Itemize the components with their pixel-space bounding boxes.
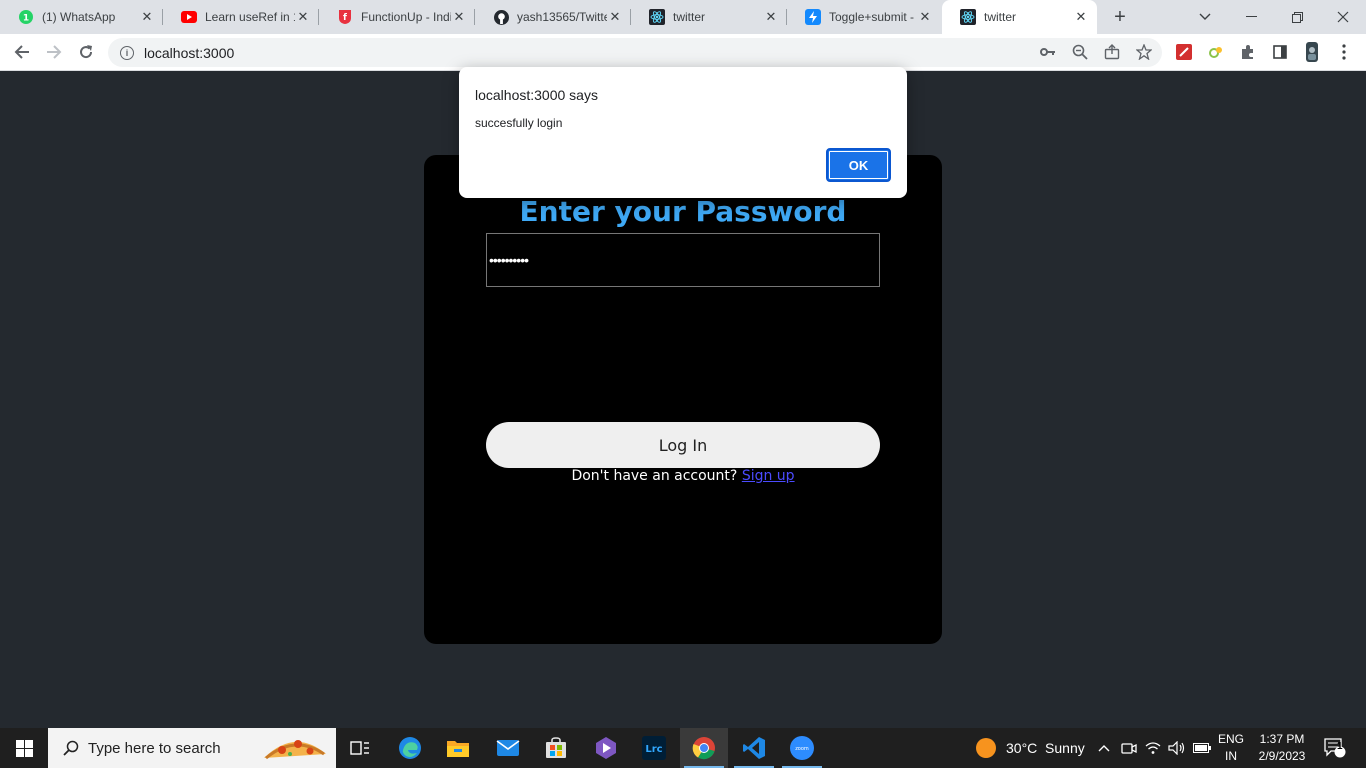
video-editor-icon[interactable] <box>582 728 630 768</box>
bolt-icon <box>805 9 821 25</box>
language-indicator[interactable]: ENG IN <box>1216 731 1246 765</box>
extensions-puzzle-icon[interactable] <box>1238 42 1258 62</box>
chrome-icon[interactable] <box>680 728 728 768</box>
lang-top: ENG <box>1217 732 1244 746</box>
alert-dialog: localhost:3000 says succesfully login OK <box>459 67 907 198</box>
volume-icon[interactable] <box>1168 728 1186 768</box>
close-window-icon[interactable] <box>1320 0 1366 34</box>
tab-title: twitter <box>673 10 706 24</box>
store-icon[interactable] <box>532 728 580 768</box>
svg-text:Lrc: Lrc <box>645 744 662 755</box>
close-icon[interactable]: ✕ <box>763 9 779 25</box>
notification-count: 1 <box>1337 741 1343 752</box>
password-input[interactable]: •••••••••• <box>486 233 880 287</box>
close-icon[interactable]: ✕ <box>451 9 467 25</box>
signup-prompt-text: Don't have an account? <box>571 468 738 484</box>
page-title: Enter your Password <box>519 195 847 228</box>
mail-icon[interactable] <box>484 728 532 768</box>
extension-green-icon[interactable] <box>1206 42 1226 62</box>
site-info-icon[interactable]: i <box>120 45 134 60</box>
github-icon <box>493 9 509 25</box>
svg-text:1: 1 <box>23 14 29 24</box>
alert-message: succesfully login <box>475 116 563 130</box>
restore-icon[interactable] <box>1274 0 1320 34</box>
weather-widget[interactable]: 30°C Sunny <box>976 728 1085 768</box>
back-icon[interactable] <box>8 38 36 66</box>
lang-bottom: IN <box>1225 749 1237 763</box>
tab-twitter-active[interactable]: twitter ✕ <box>942 0 1097 34</box>
react-icon <box>649 9 665 25</box>
close-icon[interactable]: ✕ <box>1073 9 1089 25</box>
alert-origin: localhost:3000 says <box>475 87 598 103</box>
search-placeholder: Type here to search <box>88 739 221 757</box>
ok-button[interactable]: OK <box>826 148 891 182</box>
notification-icon[interactable]: 1 <box>1324 728 1346 768</box>
browser-toolbar: i localhost:3000 <box>0 34 1366 71</box>
signup-prompt: Don't have an account? Sign up <box>424 468 942 484</box>
clock-time: 1:37 PM <box>1259 732 1305 746</box>
pizza-illustration-icon <box>264 740 326 760</box>
close-icon[interactable]: ✕ <box>295 9 311 25</box>
tab-title: FunctionUp - Indi <box>361 10 451 24</box>
extension-red-icon[interactable] <box>1174 42 1194 62</box>
tab-youtube[interactable]: Learn useRef in 1 ✕ <box>163 0 319 34</box>
side-panel-icon[interactable] <box>1270 42 1290 62</box>
whatsapp-icon: 1 <box>18 9 34 25</box>
tab-twitter-1[interactable]: twitter ✕ <box>631 0 787 34</box>
profile-avatar[interactable] <box>1302 42 1322 62</box>
tab-stackblitz[interactable]: Toggle+submit - ✕ <box>787 0 941 34</box>
weather-text: 30°C Sunny <box>1006 740 1085 756</box>
bookmark-star-icon[interactable] <box>1134 42 1154 62</box>
wifi-icon[interactable] <box>1145 728 1161 768</box>
search-icon <box>60 737 82 759</box>
tab-functionup[interactable]: f FunctionUp - Indi ✕ <box>319 0 475 34</box>
functionup-icon: f <box>337 9 353 25</box>
zoom-app-icon[interactable]: zoom <box>778 728 826 768</box>
login-button[interactable]: Log In <box>486 422 880 468</box>
minimize-icon[interactable] <box>1228 0 1274 34</box>
tab-github[interactable]: yash13565/Twitte ✕ <box>475 0 631 34</box>
tab-strip: 1 (1) WhatsApp ✕ Learn useRef in 1 ✕ f F… <box>0 0 1366 34</box>
tab-title: Toggle+submit - <box>829 10 915 24</box>
file-explorer-icon[interactable] <box>434 728 482 768</box>
key-icon[interactable] <box>1038 42 1058 62</box>
close-icon[interactable]: ✕ <box>607 9 623 25</box>
forward-icon[interactable] <box>40 38 68 66</box>
sun-icon <box>976 738 996 758</box>
svg-text:zoom: zoom <box>795 746 809 752</box>
svg-text:f: f <box>343 13 347 23</box>
show-hidden-icons-icon[interactable] <box>1098 728 1110 768</box>
tab-title: yash13565/Twitte <box>517 10 607 24</box>
close-icon[interactable]: ✕ <box>139 9 155 25</box>
clock-date: 2/9/2023 <box>1258 749 1306 763</box>
menu-kebab-icon[interactable] <box>1334 42 1354 62</box>
tab-search-icon[interactable] <box>1182 0 1228 34</box>
windows-start-icon[interactable] <box>0 728 48 768</box>
close-icon[interactable]: ✕ <box>917 9 933 25</box>
vscode-icon[interactable] <box>730 728 778 768</box>
tab-whatsapp[interactable]: 1 (1) WhatsApp ✕ <box>0 0 163 34</box>
youtube-icon <box>181 9 197 25</box>
lightroom-icon[interactable]: Lrc <box>630 728 678 768</box>
battery-icon[interactable] <box>1193 728 1211 768</box>
reload-icon[interactable] <box>72 38 100 66</box>
clock[interactable]: 1:37 PM 2/9/2023 <box>1252 731 1312 765</box>
zoom-icon[interactable] <box>1070 42 1090 62</box>
taskbar-search[interactable]: Type here to search <box>48 728 336 768</box>
share-icon[interactable] <box>1102 42 1122 62</box>
react-icon <box>960 9 976 25</box>
url-text: localhost:3000 <box>144 44 235 61</box>
taskbar: Type here to search Lrc zoom 30°C Sunny … <box>0 728 1366 768</box>
camera-icon[interactable] <box>1121 728 1137 768</box>
task-view-icon[interactable] <box>336 728 384 768</box>
new-tab-icon[interactable]: + <box>1108 5 1132 29</box>
login-card: Enter your Password •••••••••• Log In Do… <box>424 155 942 644</box>
signup-link[interactable]: Sign up <box>742 468 795 484</box>
tab-title: (1) WhatsApp <box>42 10 116 24</box>
tab-title: Learn useRef in 1 <box>205 10 295 24</box>
address-bar[interactable]: i localhost:3000 <box>108 38 1162 67</box>
tab-title: twitter <box>984 10 1017 24</box>
edge-icon[interactable] <box>386 728 434 768</box>
